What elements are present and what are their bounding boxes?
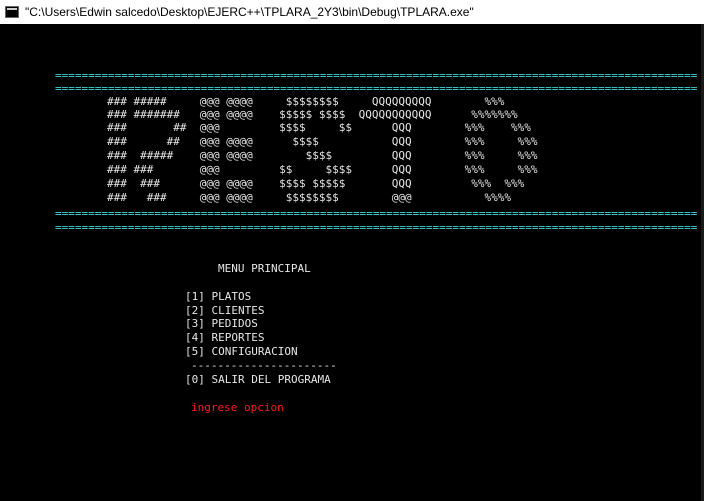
input-prompt: ingrese opcion [191,401,284,414]
banner-border-bottom-2: ========================================… [55,221,698,234]
title-bar[interactable]: "C:\Users\Edwin salcedo\Desktop\EJERC++\… [0,0,704,24]
banner-art-line-8: ### ### @@@ @@@@ $$$$$$$$ @@@ %%%% [107,191,511,204]
banner-border-top-2: ========================================… [55,82,698,95]
menu-title: MENU PRINCIPAL [218,262,311,275]
menu-separator: ---------------------- [191,359,337,372]
console-area[interactable]: ========================================… [0,24,704,501]
banner-art-line-5: ### ##### @@@ @@@@ $$$$ QQQ %%% %%% [107,149,538,162]
console-app-icon [5,6,19,18]
banner-art-line-7: ### ### @@@ @@@@ $$$$ $$$$$ QQQ %%% %%% [107,177,525,190]
banner-border-bottom-1: ========================================… [55,207,698,220]
window-title: "C:\Users\Edwin salcedo\Desktop\EJERC++\… [25,5,474,19]
menu-item-platos: [1] PLATOS [185,290,252,303]
banner-art-line-4: ### ## @@@ @@@@ $$$$ QQQ %%% %%% [107,135,538,148]
banner-art-line-1: ### ##### @@@ @@@@ $$$$$$$$ QQQQQQQQQ %%… [107,95,505,108]
menu-item-reportes: [4] REPORTES [185,331,265,344]
menu-item-clientes: [2] CLIENTES [185,304,265,317]
banner-art-line-6: ### ### @@@ $$ $$$$ QQQ %%% %%% [107,163,538,176]
menu-item-configuracion: [5] CONFIGURACION [185,345,298,358]
banner-art-line-3: ### ## @@@ $$$$ $$ QQQ %%% %%% [107,121,531,134]
banner-art-line-2: ### ####### @@@ @@@@ $$$$$ $$$$ QQQQQQQQ… [107,108,518,121]
menu-item-exit: [0] SALIR DEL PROGRAMA [185,373,331,386]
menu-item-pedidos: [3] PEDIDOS [185,317,258,330]
banner-border-top-1: ========================================… [55,69,698,82]
